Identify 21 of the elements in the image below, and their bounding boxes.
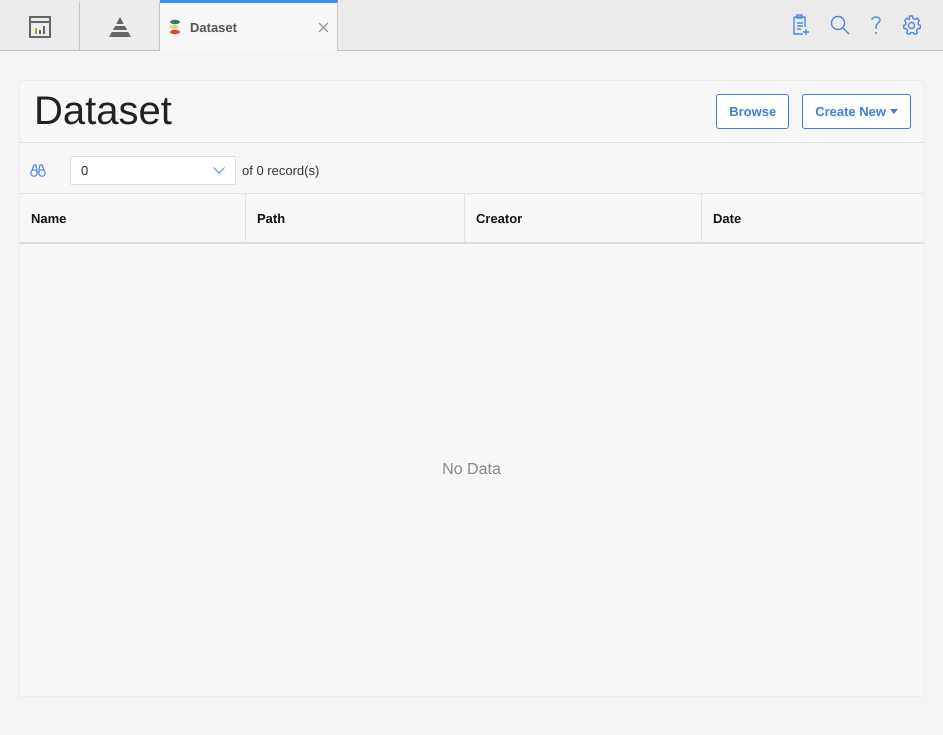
record-select[interactable]: 0 (70, 156, 236, 185)
tab[interactable]: Dataset (160, 0, 338, 51)
page-title: Dataset (34, 89, 173, 134)
empty-message: No Data (442, 461, 501, 479)
clipboard-plus-icon[interactable] (791, 14, 811, 36)
dataset-icon (168, 19, 182, 35)
column-header[interactable]: Creator (465, 194, 702, 242)
help-icon[interactable] (869, 14, 883, 36)
pyramid-icon (108, 16, 132, 38)
chevron-down-icon (213, 167, 225, 174)
dropdown-button[interactable]: Create New (802, 94, 911, 129)
settings-icon[interactable] (901, 15, 921, 35)
chart-icon (28, 16, 50, 38)
browse-button[interactable]: Browse (716, 94, 790, 129)
column-header[interactable]: Path (246, 194, 465, 242)
close-icon[interactable] (318, 22, 329, 32)
column-header[interactable]: Name (20, 194, 246, 242)
search-icon[interactable] (829, 14, 851, 36)
column-header[interactable]: Date (702, 194, 923, 242)
record-count: of 0 record(s) (242, 163, 320, 178)
binoculars-icon[interactable] (30, 164, 46, 177)
